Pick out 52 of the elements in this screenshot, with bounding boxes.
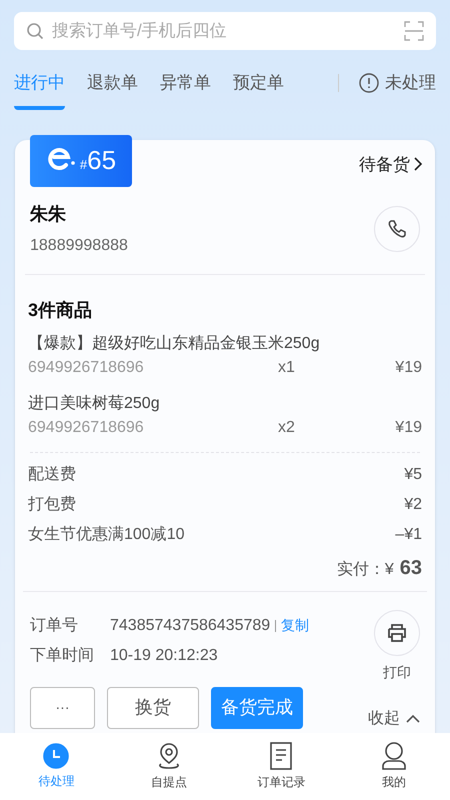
fee-label: 女生节优惠满100减10	[28, 524, 184, 544]
more-button[interactable]: ···	[30, 686, 95, 728]
customer-phone: 18889998888	[30, 236, 128, 256]
printer-icon	[387, 624, 407, 642]
item-quantity: x2	[278, 418, 295, 438]
unprocessed-filter[interactable]: 未处理	[359, 70, 436, 96]
info-label: 订单号	[30, 616, 79, 636]
customer-name: 朱朱	[30, 202, 67, 226]
collapse-button[interactable]: 收起	[368, 706, 420, 730]
fee-amount: ¥5	[404, 464, 422, 484]
item-name: 进口美味树莓250g	[28, 394, 161, 414]
print-button[interactable]	[374, 610, 420, 656]
info-value: 743857437586435789	[110, 616, 270, 636]
tab[interactable]: 退款单	[87, 70, 138, 110]
fee-label: 配送费	[28, 464, 76, 484]
total-label: 实付：¥	[336, 560, 394, 580]
tab[interactable]: 预定单	[233, 70, 284, 110]
action-button[interactable]: 备货完成	[211, 686, 303, 728]
chevron-right-icon	[414, 157, 423, 172]
print-label: 打印	[383, 662, 411, 682]
search-field[interactable]: 搜索订单号/手机后四位	[14, 12, 436, 50]
info-icon	[359, 72, 379, 93]
action-button[interactable]: 换货	[107, 686, 199, 728]
phone-icon	[387, 219, 407, 239]
total-amount: 63	[400, 556, 422, 580]
item-price: ¥19	[395, 418, 422, 438]
fee-amount: ¥2	[404, 494, 422, 514]
nav-tab[interactable]: 订单记录	[225, 733, 338, 800]
tab[interactable]: 异常单	[160, 70, 211, 110]
items-count-title: 3件商品	[28, 298, 94, 322]
nav-tab[interactable]: 我的	[338, 733, 450, 800]
chevron-up-icon	[406, 714, 420, 723]
item-quantity: x1	[278, 358, 295, 378]
nav-tab[interactable]: 待处理	[0, 733, 112, 800]
clock-icon	[43, 743, 70, 769]
order-status-link[interactable]: 待备货	[359, 152, 423, 177]
copy-link[interactable]: 复制	[281, 615, 310, 636]
fee-label: 打包费	[28, 494, 76, 514]
call-button[interactable]	[374, 206, 420, 252]
item-barcode-number: 6949926718696	[28, 418, 145, 438]
badge-number: #65	[80, 144, 116, 177]
search-input[interactable]: 搜索订单号/手机后四位	[52, 18, 396, 44]
info-label: 下单时间	[30, 646, 95, 666]
item-name: 【爆款】超级好吃山东精品金银玉米250g	[28, 334, 321, 354]
item-barcode-number: 6949926718696	[28, 358, 145, 378]
user-icon	[380, 742, 407, 770]
item-price: ¥19	[395, 358, 422, 378]
search-icon	[26, 22, 44, 40]
nav-tab[interactable]: 自提点	[112, 733, 225, 800]
document-icon	[269, 742, 294, 770]
fee-amount: –¥1	[395, 524, 422, 544]
info-value: 10-19 20:12:23	[110, 646, 218, 666]
